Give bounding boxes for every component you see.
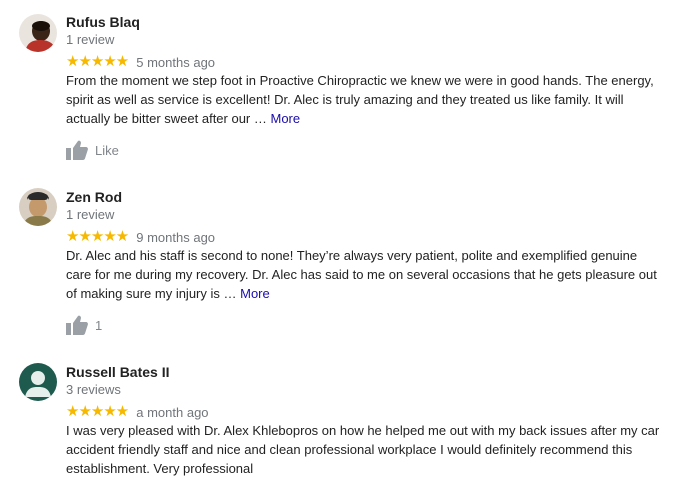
review-date: 9 months ago xyxy=(136,229,216,245)
review-text: Dr. Alec and his staff is second to none… xyxy=(66,248,657,301)
star-rating: ★★★★★ xyxy=(66,228,129,245)
reviewer-name[interactable]: Russell Bates II xyxy=(66,364,170,380)
thumbs-up-icon xyxy=(66,140,88,160)
default-person-icon xyxy=(19,363,57,401)
star-rating: ★★★★★ xyxy=(66,53,129,70)
like-label: Like xyxy=(95,142,119,158)
more-link[interactable]: More xyxy=(240,286,270,301)
avatar[interactable] xyxy=(19,363,57,401)
review-date: 5 months ago xyxy=(136,54,216,70)
reviewer-review-count[interactable]: 1 review xyxy=(66,207,114,222)
avatar[interactable] xyxy=(19,14,57,52)
thumbs-up-icon xyxy=(66,315,88,335)
rating-row: ★★★★★ a month ago xyxy=(66,404,209,420)
reviewer-review-count[interactable]: 3 reviews xyxy=(66,382,121,397)
like-button[interactable]: 1 xyxy=(66,314,102,336)
star-rating: ★★★★★ xyxy=(66,403,129,420)
person-photo-icon xyxy=(19,14,57,52)
more-link[interactable]: More xyxy=(270,111,300,126)
person-photo-icon xyxy=(19,188,57,226)
rating-row: ★★★★★ 5 months ago xyxy=(66,54,215,70)
reviewer-review-count[interactable]: 1 review xyxy=(66,32,114,47)
reviewer-name[interactable]: Zen Rod xyxy=(66,189,122,205)
review-text-block: From the moment we step foot in Proactiv… xyxy=(66,71,666,128)
like-count: 1 xyxy=(95,317,103,333)
reviewer-name[interactable]: Rufus Blaq xyxy=(66,14,140,30)
review-text: I was very pleased with Dr. Alex Khlebop… xyxy=(66,423,660,476)
rating-row: ★★★★★ 9 months ago xyxy=(66,229,215,245)
review-date: a month ago xyxy=(136,404,209,420)
review-text: From the moment we step foot in Proactiv… xyxy=(66,73,654,126)
avatar[interactable] xyxy=(19,188,57,226)
review-text-block: Dr. Alec and his staff is second to none… xyxy=(66,246,666,303)
like-button[interactable]: Like xyxy=(66,139,119,161)
